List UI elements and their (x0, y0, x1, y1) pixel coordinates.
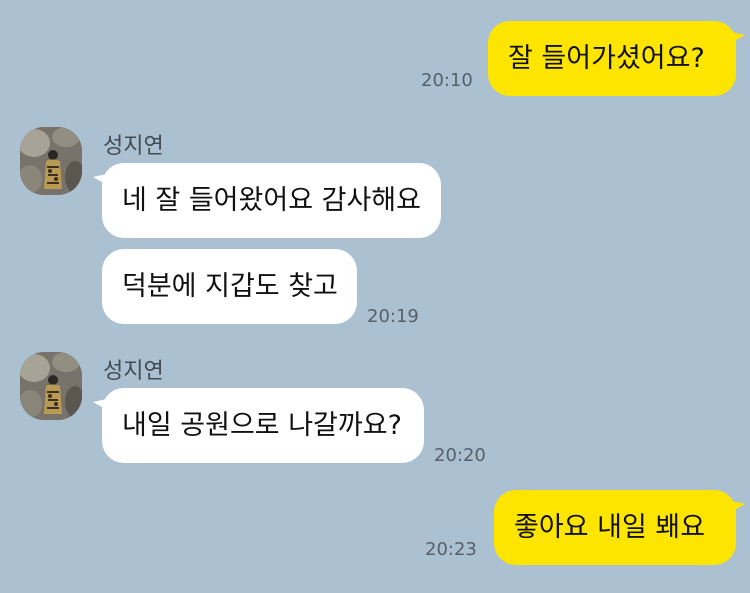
avatar[interactable] (20, 127, 82, 195)
chat-room[interactable]: 잘 들어가셨어요? 20:10 성지연 네 잘 들어왔어요 감사해요 덕분에 지… (0, 0, 750, 593)
message-text: 잘 들어가셨어요? (508, 42, 705, 74)
sender-name: 성지연 (103, 359, 164, 384)
message-timestamp: 20:19 (367, 306, 419, 327)
message-timestamp: 20:10 (421, 70, 473, 91)
message-text: 덕분에 지갑도 찾고 (122, 270, 338, 302)
profile-photo-icon (20, 352, 82, 420)
message-timestamp: 20:20 (434, 445, 486, 466)
my-message-bubble[interactable]: 잘 들어가셨어요? (488, 21, 745, 96)
message-text: 네 잘 들어왔어요 감사해요 (122, 184, 421, 216)
profile-photo-icon (20, 127, 82, 195)
message-text: 내일 공원으로 나갈까요? (122, 409, 402, 441)
message-timestamp: 20:23 (425, 539, 477, 560)
avatar[interactable] (20, 352, 82, 420)
my-message-bubble[interactable]: 좋아요 내일 봬요 (494, 490, 745, 565)
message-text: 좋아요 내일 봬요 (514, 511, 706, 543)
their-message-bubble[interactable]: 네 잘 들어왔어요 감사해요 (93, 163, 441, 238)
their-message-bubble[interactable]: 내일 공원으로 나갈까요? (93, 388, 424, 463)
sender-name: 성지연 (103, 134, 164, 159)
their-message-bubble[interactable]: 덕분에 지갑도 찾고 (102, 249, 357, 324)
